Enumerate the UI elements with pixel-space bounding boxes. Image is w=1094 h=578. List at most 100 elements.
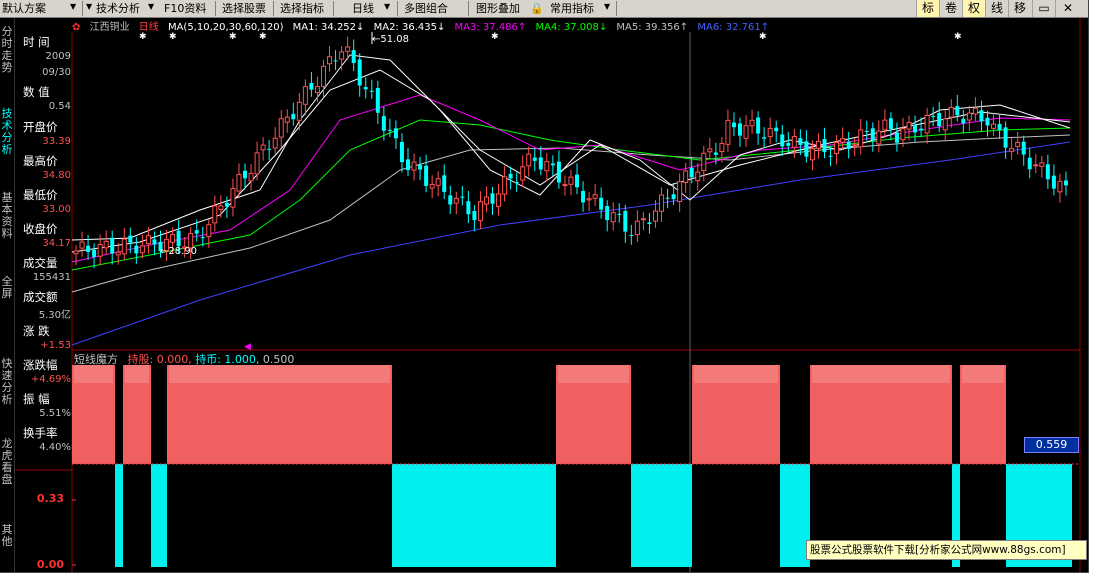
candle-body xyxy=(937,113,942,127)
candle-body xyxy=(791,136,797,148)
candle-body xyxy=(640,218,646,221)
candle-body xyxy=(652,210,658,222)
ma1-value: MA1: 34.252↓ xyxy=(292,22,365,33)
candle-body xyxy=(731,122,736,128)
candle-body xyxy=(411,161,417,171)
candle-body xyxy=(1015,141,1021,147)
candle-body xyxy=(991,123,997,129)
candle-body xyxy=(762,137,767,139)
candle-body xyxy=(966,112,972,121)
candle-body xyxy=(333,60,338,62)
candle-body xyxy=(121,238,127,255)
candle-body xyxy=(605,206,610,221)
settings-icon[interactable]: ✿ xyxy=(72,22,80,33)
candle-body xyxy=(931,115,936,117)
candle-body xyxy=(115,251,121,256)
candle-body xyxy=(1039,162,1045,167)
candle-body xyxy=(858,129,864,148)
candle-body xyxy=(375,87,380,113)
candle-body xyxy=(623,210,628,232)
y-axis-label-000: 0.00 xyxy=(36,558,64,571)
candle-body xyxy=(224,202,229,207)
event-marker-icon: ✱ xyxy=(954,32,962,42)
indicator-hold-stock: 持股: 0.000, xyxy=(127,353,192,366)
candle-body xyxy=(526,153,532,167)
candle-body xyxy=(786,142,791,146)
candle-body xyxy=(1051,175,1056,189)
candle-body xyxy=(435,178,441,186)
watermark-banner: 股票公式股票软件下载[分析家公式网www.88gs.com] xyxy=(806,540,1087,560)
candle-body xyxy=(906,121,912,130)
candle-body xyxy=(260,144,266,151)
ma5-value: MA5: 39.356↑ xyxy=(616,22,689,33)
candle-body xyxy=(508,173,513,179)
candle-body xyxy=(924,114,930,134)
candle-body xyxy=(683,170,689,183)
candle-body xyxy=(194,230,199,234)
candle-body xyxy=(629,235,634,237)
candle-body xyxy=(882,119,888,131)
candle-body xyxy=(1021,141,1026,155)
hold-stock-highlight xyxy=(694,365,778,383)
candle-body xyxy=(913,124,918,133)
indicator-value3: 0.500 xyxy=(262,353,295,366)
candle-body xyxy=(483,196,489,205)
candle-body xyxy=(170,233,176,243)
candle-body xyxy=(834,141,840,155)
candle-body xyxy=(707,148,713,153)
candle-body xyxy=(442,175,447,192)
candle-body xyxy=(659,194,665,212)
candle-body xyxy=(472,211,477,221)
candle-body xyxy=(460,196,465,198)
candle-body xyxy=(822,139,827,153)
candle-body xyxy=(339,51,345,60)
candle-body xyxy=(327,56,333,65)
candle-body xyxy=(520,166,526,181)
candle-body xyxy=(562,184,568,187)
candle-body xyxy=(888,118,893,129)
event-marker-icon: ✱ xyxy=(169,32,177,42)
candle-body xyxy=(955,106,960,116)
candle-body xyxy=(900,128,906,141)
candle-body xyxy=(351,50,356,64)
candle-body xyxy=(103,240,109,249)
y-axis-label-033: 0.33 xyxy=(36,492,64,505)
candle-body xyxy=(134,245,139,254)
candle-body xyxy=(243,170,248,179)
candle-body xyxy=(291,113,296,120)
candle-body xyxy=(961,118,966,124)
candle-body xyxy=(695,171,701,182)
candle-body xyxy=(677,181,683,202)
candle-body xyxy=(671,194,676,200)
candle-body xyxy=(1057,180,1063,193)
hold-stock-highlight xyxy=(169,365,390,383)
hold-cash-bar xyxy=(392,464,556,567)
candle-body xyxy=(749,119,755,127)
candle-body xyxy=(272,137,278,149)
candle-body xyxy=(713,152,718,155)
ma3-value: MA3: 37.486↑ xyxy=(454,22,527,33)
candle-body xyxy=(296,101,302,121)
indicator-name: 短线魔方 xyxy=(74,353,118,366)
candle-body xyxy=(756,117,761,134)
ma-header: ✿ 江西铜业 日线 MA(5,10,20,30,60,120) MA1: 34.… xyxy=(72,18,775,33)
candle-body xyxy=(278,118,284,138)
candle-body xyxy=(448,195,453,205)
candle-body xyxy=(73,250,79,255)
candle-body xyxy=(152,239,157,245)
candle-body xyxy=(1003,127,1008,148)
candle-body xyxy=(828,155,833,157)
app-window: 默认方案 ▼ ▼ 技术分析 ▼ F10资料 选择股票 选择指标 日线 ▼ 多图组… xyxy=(0,0,1089,573)
hold-stock-highlight xyxy=(558,365,629,383)
candle-body xyxy=(804,141,809,157)
candle-body xyxy=(230,188,236,208)
candle-body xyxy=(617,213,622,215)
candle-body xyxy=(689,167,694,178)
kline-chart[interactable]: ←51.08←28.90✱ ✱ ✱ ✱ ✱ ✱ ✱◀ xyxy=(0,0,1088,572)
hold-cash-bar xyxy=(115,464,123,567)
candle-body xyxy=(254,152,260,175)
candle-body xyxy=(550,163,555,166)
candle-body xyxy=(514,182,519,184)
candle-body xyxy=(490,193,495,204)
candle-body xyxy=(399,141,404,163)
